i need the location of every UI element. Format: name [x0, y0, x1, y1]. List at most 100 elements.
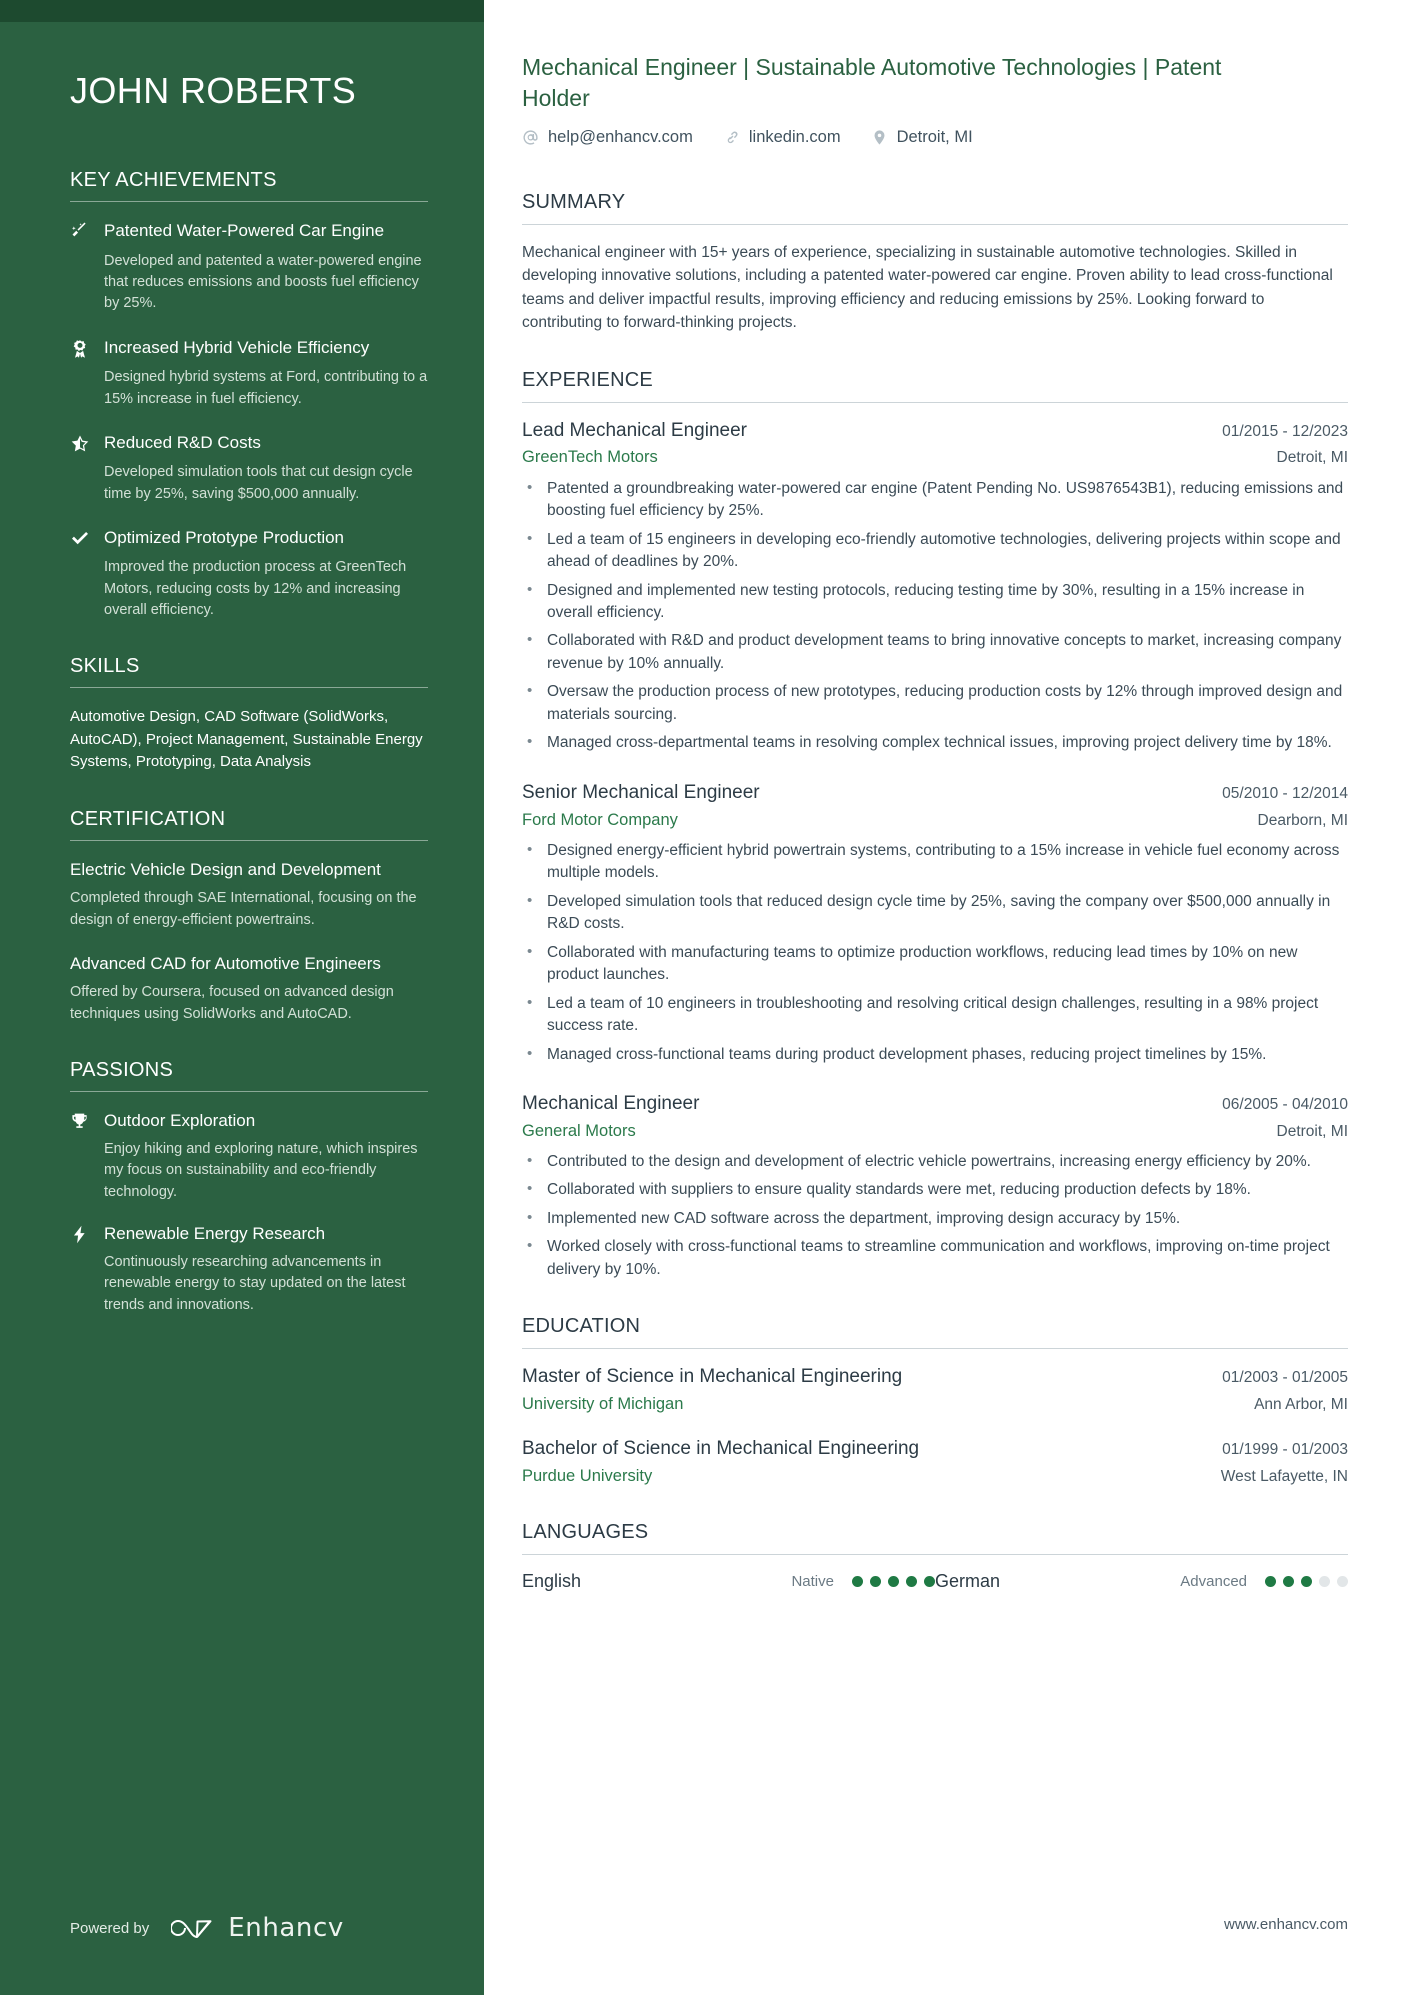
bullet: Developed simulation tools that reduced …	[522, 890, 1348, 936]
education-section: EDUCATION Master of Science in Mechanica…	[522, 1315, 1348, 1487]
achievement-description: Developed simulation tools that cut desi…	[104, 464, 413, 502]
key-achievements-heading: KEY ACHIEVEMENTS	[70, 169, 277, 192]
achievement-item: Patented Water-Powered Car Engine Develo…	[70, 220, 428, 314]
magic-wand-icon	[70, 220, 104, 314]
sidebar-footer: Powered by Enhancv	[70, 1913, 344, 1943]
certification-item: Electric Vehicle Design and Development …	[70, 859, 428, 931]
divider	[522, 1348, 1348, 1350]
rating-dot-empty	[1337, 1576, 1348, 1588]
enhancv-logo: Enhancv	[171, 1913, 344, 1943]
contact-email[interactable]: help@enhancv.com	[522, 128, 693, 147]
degree-date: 01/1999 - 01/2003	[1222, 1441, 1348, 1459]
job-date: 05/2010 - 12/2014	[1222, 784, 1348, 802]
at-sign-icon	[522, 129, 539, 146]
certification-section: CERTIFICATION Electric Vehicle Design an…	[70, 808, 428, 1025]
rating-dot-filled	[1265, 1576, 1276, 1588]
divider	[70, 201, 428, 203]
enhancv-wordmark: Enhancv	[228, 1913, 344, 1943]
divider	[522, 1554, 1348, 1556]
rating-dot-filled	[1301, 1576, 1312, 1588]
language-level: Native	[791, 1573, 834, 1591]
contact-location: Detroit, MI	[871, 128, 973, 147]
degree-title: Master of Science in Mechanical Engineer…	[522, 1366, 903, 1388]
passion-item: Renewable Energy Research Continuously r…	[70, 1223, 428, 1316]
language-rating-dots	[852, 1576, 935, 1588]
candidate-name: JOHN ROBERTS	[70, 70, 357, 111]
rating-dot-filled	[852, 1576, 863, 1588]
trophy-icon	[70, 1110, 104, 1203]
summary-heading: SUMMARY	[522, 190, 626, 213]
contact-row: help@enhancv.com linkedin.com Detroit, M…	[522, 128, 1348, 147]
job-title: Lead Mechanical Engineer	[522, 419, 747, 441]
passions-heading: PASSIONS	[70, 1058, 174, 1081]
job-date: 06/2005 - 04/2010	[1222, 1096, 1348, 1113]
map-pin-icon	[871, 129, 888, 146]
experience-entry: Mechanical Engineer 06/2005 - 04/2010 Ge…	[522, 1092, 1348, 1281]
sidebar-top-strip	[0, 0, 484, 22]
key-achievements-section: KEY ACHIEVEMENTS Patented Water-Powered …	[70, 169, 428, 621]
footer-url: www.enhancv.com	[1224, 1916, 1348, 1933]
language-item: English Native	[522, 1571, 935, 1592]
job-title: Mechanical Engineer	[522, 1093, 700, 1114]
divider	[522, 223, 1348, 225]
sidebar: JOHN ROBERTS KEY ACHIEVEMENTS Patented W…	[0, 0, 484, 1995]
certification-description: Offered by Coursera, focused on advanced…	[70, 984, 394, 1022]
achievement-description: Designed hybrid systems at Ford, contrib…	[104, 369, 428, 407]
passion-description: Continuously researching advancements in…	[104, 1254, 406, 1313]
bullet: Patented a groundbreaking water-powered …	[522, 477, 1348, 523]
rating-dot-empty	[1319, 1576, 1330, 1588]
certification-title: Advanced CAD for Automotive Engineers	[70, 953, 381, 973]
education-entry: Bachelor of Science in Mechanical Engine…	[522, 1437, 1348, 1487]
job-bullets: Designed energy-efficient hybrid powertr…	[522, 839, 1348, 1066]
experience-entry: Lead Mechanical Engineer 01/2015 - 12/20…	[522, 419, 1348, 755]
job-location: Detroit, MI	[1276, 1122, 1348, 1140]
language-item: German Advanced	[935, 1571, 1348, 1592]
bullet: Contributed to the design and developmen…	[522, 1150, 1348, 1173]
contact-location-value: Detroit, MI	[896, 127, 973, 146]
bullet: Designed energy-efficient hybrid powertr…	[522, 839, 1348, 885]
passion-title: Outdoor Exploration	[104, 1110, 256, 1130]
divider	[70, 687, 428, 689]
certification-title: Electric Vehicle Design and Development	[70, 859, 381, 879]
powered-by-label: Powered by	[70, 1919, 150, 1937]
school-location: Ann Arbor, MI	[1254, 1395, 1348, 1413]
bullet: Led a team of 10 engineers in troublesho…	[522, 992, 1348, 1038]
language-name: English	[522, 1571, 582, 1592]
bullet: Worked closely with cross-functional tea…	[522, 1235, 1348, 1281]
job-bullets: Contributed to the design and developmen…	[522, 1150, 1348, 1281]
job-bullets: Patented a groundbreaking water-powered …	[522, 477, 1348, 755]
achievement-title: Increased Hybrid Vehicle Efficiency	[104, 337, 370, 357]
lightning-bolt-icon	[70, 1223, 104, 1316]
achievement-description: Developed and patented a water-powered e…	[104, 252, 422, 312]
achievement-title: Patented Water-Powered Car Engine	[104, 221, 385, 241]
achievement-item: Optimized Prototype Production Improved …	[70, 527, 428, 621]
job-title: Senior Mechanical Engineer	[522, 781, 760, 803]
passion-description: Enjoy hiking and exploring nature, which…	[104, 1140, 418, 1200]
school-name: University of Michigan	[522, 1394, 684, 1413]
job-company: Ford Motor Company	[522, 810, 678, 829]
divider	[70, 839, 428, 841]
bullet: Designed and implemented new testing pro…	[522, 579, 1348, 625]
link-chain-icon	[723, 129, 740, 146]
contact-linkedin-value: linkedin.com	[748, 127, 841, 146]
passion-title: Renewable Energy Research	[104, 1223, 326, 1243]
job-company: GreenTech Motors	[522, 448, 658, 467]
job-company: General Motors	[522, 1121, 636, 1140]
certification-heading: CERTIFICATION	[70, 807, 226, 830]
bullet: Led a team of 15 engineers in developing…	[522, 528, 1348, 574]
bullet: Collaborated with manufacturing teams to…	[522, 941, 1348, 987]
contact-email-value: help@enhancv.com	[548, 127, 693, 146]
experience-heading: EXPERIENCE	[522, 368, 653, 391]
achievement-title: Optimized Prototype Production	[104, 527, 345, 547]
degree-date: 01/2003 - 01/2005	[1222, 1369, 1348, 1387]
bullet: Collaborated with R&D and product develo…	[522, 629, 1348, 675]
bullet: Managed cross-functional teams during pr…	[522, 1043, 1348, 1066]
professional-headline: Mechanical Engineer | Sustainable Automo…	[522, 54, 1222, 112]
bullet: Managed cross-departmental teams in reso…	[522, 731, 1348, 754]
passion-item: Outdoor Exploration Enjoy hiking and exp…	[70, 1110, 428, 1203]
experience-section: EXPERIENCE Lead Mechanical Engineer 01/2…	[522, 369, 1348, 1282]
enhancv-mark-icon	[171, 1915, 217, 1941]
achievement-description: Improved the production process at Green…	[104, 559, 407, 618]
rating-dot-filled	[906, 1576, 917, 1588]
contact-linkedin[interactable]: linkedin.com	[723, 128, 841, 147]
